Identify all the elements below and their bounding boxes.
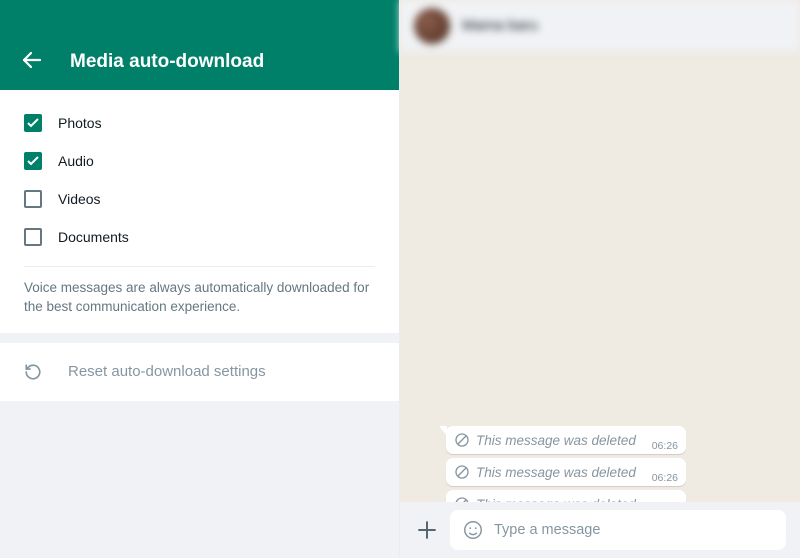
reset-label: Reset auto-download settings — [68, 363, 266, 380]
hint-text: Voice messages are always automatically … — [24, 279, 375, 317]
message-bubble: This message was deleted 06:26 — [446, 426, 686, 454]
option-documents[interactable]: Documents — [24, 218, 375, 256]
option-photos[interactable]: Photos — [24, 104, 375, 142]
checkbox-icon — [24, 114, 42, 132]
option-label: Videos — [58, 191, 101, 207]
message-time: 06:26 — [652, 440, 678, 452]
settings-title: Media auto-download — [70, 51, 264, 73]
checkbox-icon — [24, 190, 42, 208]
chat-body: This message was deleted 06:26 This mess… — [400, 52, 800, 558]
option-label: Documents — [58, 229, 129, 245]
chat-panel: Mama baru This message was deleted 06:26… — [400, 0, 800, 558]
option-videos[interactable]: Videos — [24, 180, 375, 218]
attach-button[interactable] — [414, 517, 440, 543]
chat-name: Mama baru — [462, 17, 538, 34]
checkbox-icon — [24, 152, 42, 170]
settings-header: Media auto-download — [0, 0, 399, 90]
divider — [24, 266, 375, 267]
message-bubble: This message was deleted 06:26 — [446, 458, 686, 486]
message-time: 06:26 — [652, 472, 678, 484]
option-label: Photos — [58, 115, 102, 131]
checkbox-icon — [24, 228, 42, 246]
prohibited-icon — [454, 464, 470, 480]
composer — [400, 502, 800, 558]
chat-header[interactable]: Mama baru — [400, 0, 800, 52]
settings-panel: Media auto-download Photos Audio Videos … — [0, 0, 400, 558]
reset-button[interactable]: Reset auto-download settings — [0, 343, 399, 401]
option-label: Audio — [58, 153, 94, 169]
plus-icon — [414, 517, 440, 543]
message-text: This message was deleted — [476, 433, 636, 448]
emoji-icon — [462, 519, 484, 541]
app: Media auto-download Photos Audio Videos … — [0, 0, 800, 558]
message-input[interactable] — [494, 522, 774, 538]
back-button[interactable] — [20, 48, 44, 72]
emoji-button[interactable] — [462, 519, 484, 541]
refresh-icon — [24, 363, 42, 381]
option-audio[interactable]: Audio — [24, 142, 375, 180]
avatar — [414, 8, 450, 44]
input-box — [450, 510, 786, 550]
prohibited-icon — [454, 432, 470, 448]
message-text: This message was deleted — [476, 465, 636, 480]
options-block: Photos Audio Videos Documents Voice mess… — [0, 90, 399, 333]
arrow-left-icon — [20, 48, 44, 72]
